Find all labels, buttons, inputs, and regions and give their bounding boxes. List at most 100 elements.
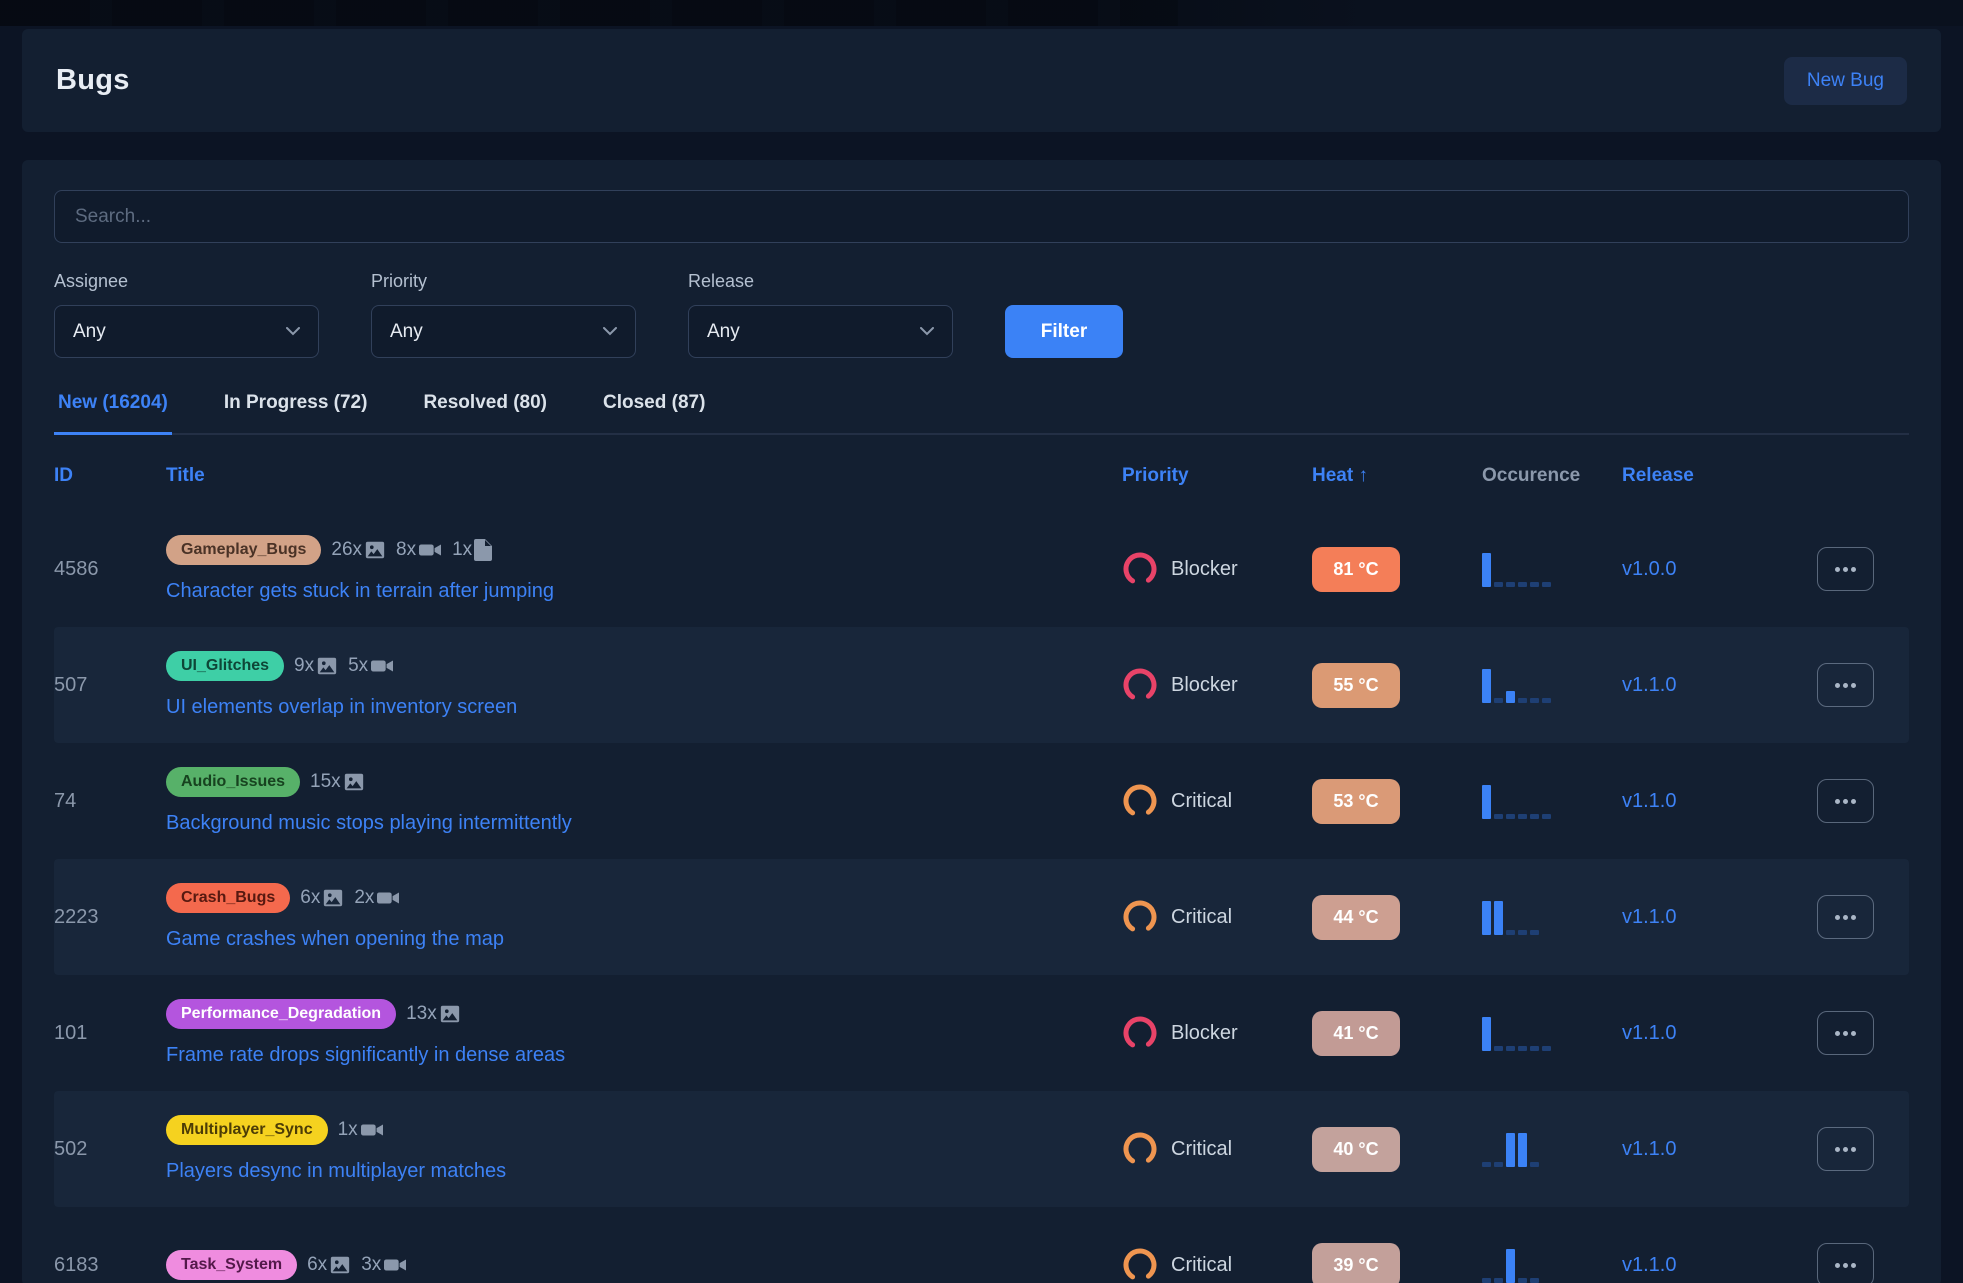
row-more-button[interactable]	[1817, 663, 1874, 707]
bug-title-link[interactable]: Frame rate drops significantly in dense …	[166, 1044, 1122, 1067]
heat-cell: 55 °C	[1312, 663, 1482, 708]
row-more-button[interactable]	[1817, 547, 1874, 591]
bug-title-cell: Gameplay_Bugs26x8x1xCharacter gets stuck…	[166, 519, 1122, 619]
release-link[interactable]: v1.1.0	[1622, 1022, 1676, 1044]
release-link[interactable]: v1.1.0	[1622, 674, 1676, 696]
priority-label: Blocker	[1171, 558, 1238, 581]
video-icon	[418, 539, 442, 561]
category-tag[interactable]: Multiplayer_Sync	[166, 1115, 328, 1145]
priority-label: Critical	[1171, 1138, 1232, 1161]
table-header: ID Title Priority Heat ↑ Occurence Relea…	[54, 435, 1909, 511]
release-link[interactable]: v1.1.0	[1622, 906, 1676, 928]
row-more-button[interactable]	[1817, 779, 1874, 823]
release-link[interactable]: v1.0.0	[1622, 558, 1676, 580]
bug-title-link[interactable]: Background music stops playing intermitt…	[166, 812, 1122, 835]
sparkline-bar	[1494, 1046, 1503, 1051]
sparkline-bar	[1494, 1162, 1503, 1167]
occurence-sparkline	[1482, 1015, 1622, 1051]
release-link[interactable]: v1.1.0	[1622, 1254, 1676, 1276]
row-more-button[interactable]	[1817, 895, 1874, 939]
row-more-button[interactable]	[1817, 1011, 1874, 1055]
priority-label: Critical	[1171, 906, 1232, 929]
priority-select[interactable]: Any	[371, 305, 636, 358]
image-icon	[322, 887, 344, 909]
release-select[interactable]: Any	[688, 305, 953, 358]
col-header-occurence[interactable]: Occurence	[1482, 465, 1622, 487]
category-tag[interactable]: Task_System	[166, 1250, 297, 1280]
category-tag[interactable]: UI_Glitches	[166, 651, 284, 681]
col-header-release[interactable]: Release	[1622, 465, 1817, 487]
category-tag[interactable]: Crash_Bugs	[166, 883, 290, 913]
sparkline-bar	[1530, 1162, 1539, 1167]
assignee-select-value: Any	[73, 321, 106, 343]
sparkline-bar	[1518, 1133, 1527, 1167]
sparkline-bar	[1494, 698, 1503, 703]
tab-in-progress[interactable]: In Progress (72)	[220, 392, 372, 435]
priority-select-value: Any	[390, 321, 423, 343]
new-bug-button[interactable]: New Bug	[1784, 57, 1907, 105]
attachment-count-image: 15x	[310, 771, 365, 793]
bug-id: 101	[54, 1022, 166, 1045]
tab-resolved[interactable]: Resolved (80)	[419, 392, 551, 435]
release-select-value: Any	[707, 321, 740, 343]
page-header: Bugs New Bug	[22, 29, 1941, 132]
heat-cell: 53 °C	[1312, 779, 1482, 824]
col-header-title[interactable]: Title	[166, 465, 1122, 487]
sparkline-bar	[1506, 582, 1515, 587]
bug-title-cell: Audio_Issues 15x Background music stops pl…	[166, 751, 1122, 851]
release-link[interactable]: v1.1.0	[1622, 790, 1676, 812]
sparkline-bar	[1494, 582, 1503, 587]
heat-cell: 39 °C	[1312, 1243, 1482, 1283]
priority-cell: Critical	[1122, 1247, 1312, 1283]
search-input[interactable]	[54, 190, 1909, 243]
filter-button[interactable]: Filter	[1005, 305, 1123, 358]
priority-cell: Blocker	[1122, 551, 1312, 587]
bug-title-link[interactable]: Game crashes when opening the map	[166, 928, 1122, 951]
sparkline-bar	[1542, 1046, 1551, 1051]
category-tag[interactable]: Audio_Issues	[166, 767, 300, 797]
attachment-count-file: 1x	[452, 539, 492, 561]
assignee-select[interactable]: Any	[54, 305, 319, 358]
bug-title-link[interactable]: UI elements overlap in inventory screen	[166, 696, 1122, 719]
sparkline-bar	[1494, 1278, 1503, 1283]
row-more-button[interactable]	[1817, 1243, 1874, 1283]
status-tabs: New (16204) In Progress (72) Resolved (8…	[54, 392, 1909, 435]
ellipsis-icon	[1835, 799, 1840, 804]
sparkline-bar	[1506, 930, 1515, 935]
ellipsis-icon	[1843, 1147, 1848, 1152]
category-tag[interactable]: Performance_Degradation	[166, 999, 396, 1029]
bug-title-link[interactable]: Character gets stuck in terrain after ju…	[166, 580, 1122, 603]
bug-id: 507	[54, 674, 166, 697]
sparkline-bar	[1530, 698, 1539, 703]
ellipsis-icon	[1843, 1263, 1848, 1268]
ellipsis-icon	[1851, 1263, 1856, 1268]
ellipsis-icon	[1835, 915, 1840, 920]
heat-badge: 40 °C	[1312, 1127, 1400, 1172]
sparkline-bar	[1518, 698, 1527, 703]
col-header-heat[interactable]: Heat ↑	[1312, 465, 1482, 487]
actions-cell	[1817, 663, 1909, 707]
tab-new[interactable]: New (16204)	[54, 392, 172, 435]
release-cell: v1.1.0	[1622, 790, 1817, 813]
priority-ring-icon	[1122, 1247, 1158, 1283]
col-header-priority[interactable]: Priority	[1122, 465, 1312, 487]
assignee-filter: Assignee Any	[54, 271, 319, 358]
video-icon	[383, 1254, 407, 1276]
bug-title-cell: Task_System6x3x	[166, 1234, 1122, 1283]
occurence-sparkline	[1482, 551, 1622, 587]
actions-cell	[1817, 547, 1909, 591]
attachment-count: 3x	[361, 1254, 381, 1276]
row-more-button[interactable]	[1817, 1127, 1874, 1171]
attachment-count: 6x	[300, 887, 320, 909]
category-tag[interactable]: Gameplay_Bugs	[166, 535, 321, 565]
ellipsis-icon	[1843, 683, 1848, 688]
release-cell: v1.1.0	[1622, 1254, 1817, 1277]
col-header-id[interactable]: ID	[54, 465, 166, 487]
heat-badge: 55 °C	[1312, 663, 1400, 708]
ellipsis-icon	[1851, 1147, 1856, 1152]
release-link[interactable]: v1.1.0	[1622, 1138, 1676, 1160]
tab-closed[interactable]: Closed (87)	[599, 392, 709, 435]
sparkline-bar	[1530, 930, 1539, 935]
bug-title-link[interactable]: Players desync in multiplayer matches	[166, 1160, 1122, 1183]
ellipsis-icon	[1851, 567, 1856, 572]
